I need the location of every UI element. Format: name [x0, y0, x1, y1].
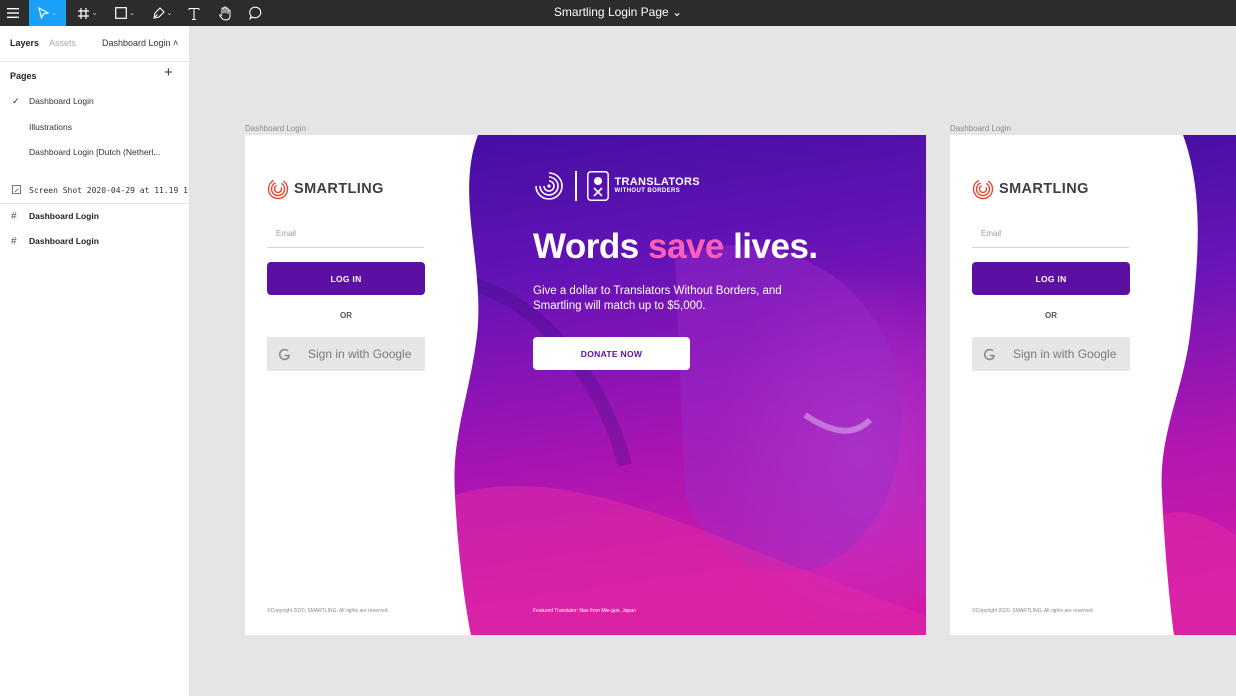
or-separator: OR [1045, 311, 1057, 320]
page-dropdown[interactable]: Dashboard Login ˄ [102, 38, 178, 48]
file-title[interactable]: Smartling Login Page ⌄ [554, 5, 682, 19]
page-item-label: Illustrations [29, 122, 72, 132]
chevron-down-icon: ⌄ [672, 5, 683, 19]
translators-without-borders-icon [586, 171, 609, 201]
pen-tool-button[interactable]: ⌄ [147, 0, 177, 26]
layer-item-dashboard-login[interactable]: # Dashboard Login [0, 205, 190, 227]
frame-label[interactable]: Dashboard Login [245, 124, 306, 133]
headline-part: lives. [723, 227, 818, 266]
comment-tool-button[interactable] [245, 0, 267, 26]
smartling-fingerprint-icon [972, 178, 994, 200]
frame-label[interactable]: Dashboard Login [950, 124, 1011, 133]
page-item-label: Dashboard Login [29, 96, 94, 106]
headline-part: Words [533, 227, 648, 266]
add-page-button[interactable]: + [164, 65, 173, 80]
twb-subtitle: WITHOUT BORDERS [614, 188, 681, 194]
dashboard-login-frame[interactable]: SMARTLING Email LOG IN OR Sign in with G… [950, 135, 1236, 635]
checkmark-icon: ✓ [12, 95, 20, 106]
google-signin-label: Sign in with Google [308, 347, 412, 361]
page-item-dashboard-login[interactable]: ✓ Dashboard Login [0, 90, 190, 112]
sidebar-divider [0, 203, 190, 204]
smartling-logo: SMARTLING [267, 178, 384, 200]
sidebar-tabs: Layers Assets Dashboard Login ˄ [0, 26, 190, 62]
chevron-down-icon: ⌄ [166, 10, 173, 17]
smartling-fingerprint-icon [535, 172, 563, 200]
login-button[interactable]: LOG IN [972, 262, 1130, 295]
or-separator: OR [340, 311, 352, 320]
twb-name: TRANSLATORS [614, 176, 700, 188]
comment-icon [249, 6, 262, 20]
login-button[interactable]: LOG IN [267, 262, 425, 295]
email-field[interactable]: Email [972, 224, 1129, 248]
email-field[interactable]: Email [267, 224, 424, 248]
image-icon [12, 185, 21, 194]
layer-item-label: Screen Shot 2020-04-29 at 11.19 1 [29, 185, 188, 195]
partner-logos: TRANSLATORS WITHOUT BORDERS [533, 170, 700, 202]
text-tool-button[interactable] [184, 0, 204, 26]
tab-assets[interactable]: Assets [49, 38, 76, 48]
google-signin-button[interactable]: Sign in with Google [267, 337, 425, 371]
frame-tool-button[interactable]: ⌄ [72, 0, 102, 26]
main-menu-button[interactable] [0, 0, 26, 26]
shape-tool-button[interactable]: ⌄ [110, 0, 140, 26]
layers-sidebar: Layers Assets Dashboard Login ˄ Pages + … [0, 26, 190, 696]
tab-layers[interactable]: Layers [10, 38, 39, 48]
copyright-text: ©Copyright 2020. SMARTLING. All rights a… [972, 608, 1094, 614]
page-item-label: Dashboard Login [Dutch (Netherl... [29, 147, 161, 157]
layer-item-screenshot[interactable]: Screen Shot 2020-04-29 at 11.19 1 [0, 179, 190, 201]
file-title-text: Smartling Login Page [553, 5, 669, 19]
frame-icon: # [11, 210, 17, 222]
chevron-down-icon: ⌄ [51, 10, 57, 17]
hero-headline: Words save lives. [533, 227, 818, 267]
google-icon [278, 348, 290, 360]
chevron-down-icon: ⌄ [91, 10, 98, 17]
google-signin-label: Sign in with Google [1013, 347, 1117, 361]
copyright-text: ©Copyright 2020. SMARTLING. All rights a… [267, 608, 389, 614]
rectangle-icon [115, 7, 127, 19]
dashboard-login-frame[interactable]: SMARTLING Email LOG IN OR Sign in with G… [245, 135, 926, 635]
google-icon [983, 348, 995, 360]
layer-item-label: Dashboard Login [29, 236, 99, 246]
toolbar: ⌄ ⌄ ⌄ ⌄ Smartling Login Page ⌄ [0, 0, 1236, 26]
logo-text: SMARTLING [294, 181, 384, 197]
smartling-logo: SMARTLING [972, 178, 1089, 200]
chevron-down-icon: ⌄ [129, 10, 135, 17]
pages-header: Pages [10, 71, 37, 81]
layer-item-dashboard-login[interactable]: # Dashboard Login [0, 230, 190, 252]
donate-button[interactable]: DONATE NOW [533, 337, 690, 370]
text-icon [188, 7, 200, 20]
translator-credit: Featured Translator: Nao from Mie-gun, J… [533, 608, 636, 614]
hero-photo-background [454, 135, 926, 635]
logo-text: SMARTLING [999, 181, 1089, 197]
pen-icon [152, 6, 165, 19]
google-signin-button[interactable]: Sign in with Google [972, 337, 1130, 371]
page-item-dashboard-login-dutch[interactable]: Dashboard Login [Dutch (Netherl... [0, 141, 190, 163]
frame-icon: # [11, 235, 17, 247]
move-tool-button[interactable]: ⌄ [29, 0, 66, 26]
logo-divider [575, 171, 577, 201]
frame-icon [77, 7, 89, 19]
page-item-illustrations[interactable]: Illustrations [0, 116, 190, 138]
hand-tool-button[interactable] [214, 0, 236, 26]
move-cursor-icon [38, 7, 50, 19]
hand-icon [219, 6, 231, 21]
hero-subtext: Give a dollar to Translators Without Bor… [533, 285, 782, 312]
hero-photo-background [1161, 135, 1236, 635]
hamburger-icon [7, 8, 19, 18]
smartling-fingerprint-icon [267, 178, 289, 200]
headline-highlight: save [647, 227, 724, 266]
layer-item-label: Dashboard Login [29, 211, 99, 221]
